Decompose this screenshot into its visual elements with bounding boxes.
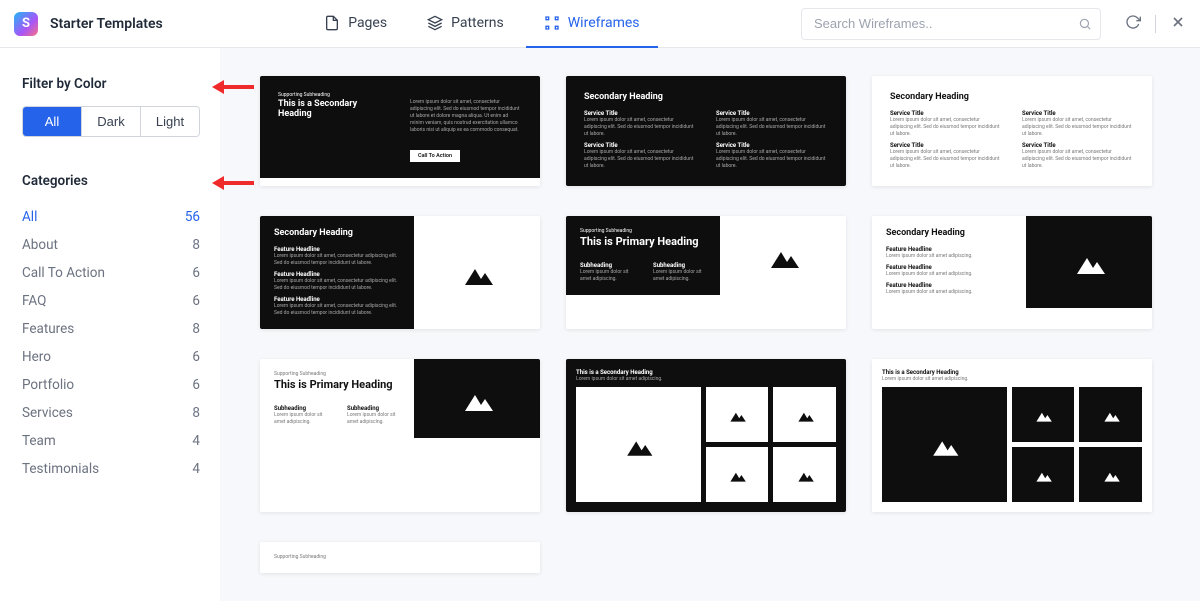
content-area: Supporting Subheading This is a Secondar… — [220, 48, 1200, 601]
cat-cta[interactable]: Call To Action6 — [22, 259, 200, 287]
wireframe-card-9[interactable]: This is a Secondary Heading Lorem ipsum … — [872, 359, 1152, 512]
tab-patterns-label: Patterns — [451, 15, 504, 31]
image-placeholder — [1012, 387, 1075, 442]
mountain-icon — [794, 468, 816, 482]
wireframe-card-2[interactable]: Secondary Heading Service Title Lorem ip… — [566, 76, 846, 186]
divider — [1155, 15, 1156, 33]
main-tabs: Pages Patterns Wireframes — [306, 0, 657, 48]
image-placeholder — [1012, 447, 1075, 502]
wireframe-card-3[interactable]: Secondary Heading Service Title Lorem ip… — [872, 76, 1152, 186]
sidebar: Filter by Color All Dark Light Categorie… — [0, 48, 220, 601]
app-logo — [14, 12, 38, 36]
wireframe-card-1[interactable]: Supporting Subheading This is a Secondar… — [260, 76, 540, 186]
mountain-icon — [1100, 408, 1122, 422]
app-title: Starter Templates — [50, 16, 163, 32]
color-dark[interactable]: Dark — [82, 107, 141, 136]
main-layout: Filter by Color All Dark Light Categorie… — [0, 48, 1200, 601]
image-placeholder — [720, 216, 846, 295]
tab-pages-label: Pages — [348, 15, 387, 31]
topbar: Starter Templates Pages Patterns Wirefra… — [0, 0, 1200, 48]
refresh-button[interactable] — [1125, 14, 1141, 34]
category-list: All56 About8 Call To Action6 FAQ6 Featur… — [22, 203, 200, 483]
cat-team[interactable]: Team4 — [22, 427, 200, 455]
color-filter: All Dark Light — [22, 106, 200, 137]
search-wrap — [801, 8, 1101, 40]
image-placeholder — [414, 216, 540, 329]
close-button[interactable] — [1170, 14, 1186, 34]
cat-about[interactable]: About8 — [22, 231, 200, 259]
image-placeholder — [706, 387, 769, 442]
wireframe-card-7[interactable]: Supporting Subheading This is Primary He… — [260, 359, 540, 512]
cat-all[interactable]: All56 — [22, 203, 200, 231]
categories-title: Categories — [22, 173, 200, 189]
page-icon — [324, 15, 340, 31]
wireframe-card-6[interactable]: Secondary Heading Feature Headline Lorem… — [872, 216, 1152, 329]
tab-wireframes[interactable]: Wireframes — [526, 0, 658, 48]
cat-faq[interactable]: FAQ6 — [22, 287, 200, 315]
cat-testimonials[interactable]: Testimonials4 — [22, 455, 200, 483]
mountain-icon — [726, 468, 748, 482]
mountain-icon — [1032, 408, 1054, 422]
image-placeholder — [1026, 216, 1152, 308]
image-placeholder — [706, 447, 769, 502]
image-placeholder — [1079, 447, 1142, 502]
wireframes-icon — [544, 15, 560, 31]
image-placeholder — [773, 387, 836, 442]
filter-title: Filter by Color — [22, 76, 200, 92]
wireframe-card-5[interactable]: Supporting Subheading This is Primary He… — [566, 216, 846, 329]
image-placeholder — [773, 447, 836, 502]
color-light[interactable]: Light — [141, 107, 199, 136]
refresh-icon — [1125, 14, 1141, 30]
wireframe-card-4[interactable]: Secondary Heading Feature Headline Lorem… — [260, 216, 540, 329]
image-placeholder — [882, 387, 1007, 502]
mountain-icon — [457, 387, 497, 411]
cat-services[interactable]: Services8 — [22, 399, 200, 427]
image-placeholder — [1079, 387, 1142, 442]
patterns-icon — [427, 15, 443, 31]
wireframe-card-8[interactable]: This is a Secondary Heading Lorem ipsum … — [566, 359, 846, 512]
close-icon — [1170, 14, 1186, 30]
wireframe-card-10[interactable]: Supporting Subheading — [260, 542, 540, 573]
color-all[interactable]: All — [23, 107, 82, 136]
tab-patterns[interactable]: Patterns — [409, 0, 522, 48]
topbar-right — [1125, 14, 1186, 34]
mountain-icon — [457, 261, 497, 285]
image-placeholder — [576, 387, 701, 502]
mountain-icon — [794, 408, 816, 422]
tab-wireframes-label: Wireframes — [568, 15, 640, 31]
mountain-icon — [620, 434, 656, 456]
mountain-icon — [1032, 468, 1054, 482]
mountain-icon — [1069, 250, 1109, 274]
cat-portfolio[interactable]: Portfolio6 — [22, 371, 200, 399]
image-placeholder — [414, 359, 540, 438]
annotation-arrow-1 — [212, 78, 256, 96]
annotation-arrow-2 — [212, 174, 256, 192]
cat-features[interactable]: Features8 — [22, 315, 200, 343]
wireframe-grid: Supporting Subheading This is a Secondar… — [260, 76, 1172, 573]
cta-button: Call To Action — [410, 150, 460, 162]
tab-pages[interactable]: Pages — [306, 0, 405, 48]
mountain-icon — [926, 434, 962, 456]
search-icon — [1078, 16, 1092, 35]
search-input[interactable] — [801, 8, 1101, 40]
mountain-icon — [763, 244, 803, 268]
cat-hero[interactable]: Hero6 — [22, 343, 200, 371]
mountain-icon — [1100, 468, 1122, 482]
mountain-icon — [726, 408, 748, 422]
